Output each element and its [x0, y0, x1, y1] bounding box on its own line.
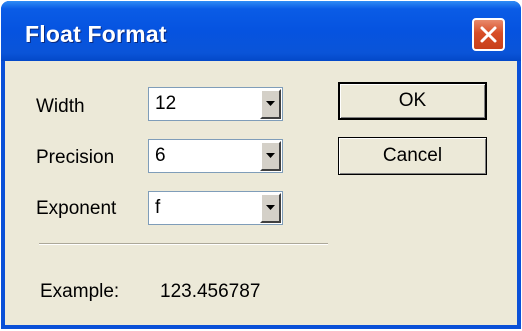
precision-value: 6: [155, 145, 166, 166]
exponent-value: f: [155, 197, 161, 218]
chevron-down-icon: [266, 205, 275, 210]
precision-label: Precision: [36, 147, 115, 168]
exponent-combobox[interactable]: f: [148, 191, 283, 225]
close-button[interactable]: [472, 18, 505, 51]
separator: [39, 243, 328, 245]
dialog-title: Float Format: [25, 21, 167, 47]
dialog-body: Width 12 Precision 6 Exponent f OK Cance…: [5, 61, 517, 325]
width-dropdown-button[interactable]: [260, 89, 281, 119]
width-label: Width: [36, 96, 85, 117]
chevron-down-icon: [266, 101, 275, 106]
exponent-dropdown-button[interactable]: [260, 193, 281, 223]
width-value: 12: [155, 93, 177, 114]
precision-dropdown-button[interactable]: [260, 141, 281, 171]
chevron-down-icon: [266, 153, 275, 158]
width-combobox[interactable]: 12: [148, 87, 283, 121]
close-icon: [480, 26, 497, 43]
example-value: 123.456787: [160, 281, 261, 302]
float-format-dialog: Float Format Width 12 Precision 6 Expone…: [1, 1, 521, 329]
cancel-button[interactable]: Cancel: [338, 137, 487, 175]
ok-button[interactable]: OK: [338, 82, 487, 120]
exponent-label: Exponent: [36, 198, 117, 219]
title-bar[interactable]: Float Format: [1, 1, 521, 61]
precision-combobox[interactable]: 6: [148, 139, 283, 173]
example-label: Example:: [40, 281, 120, 302]
